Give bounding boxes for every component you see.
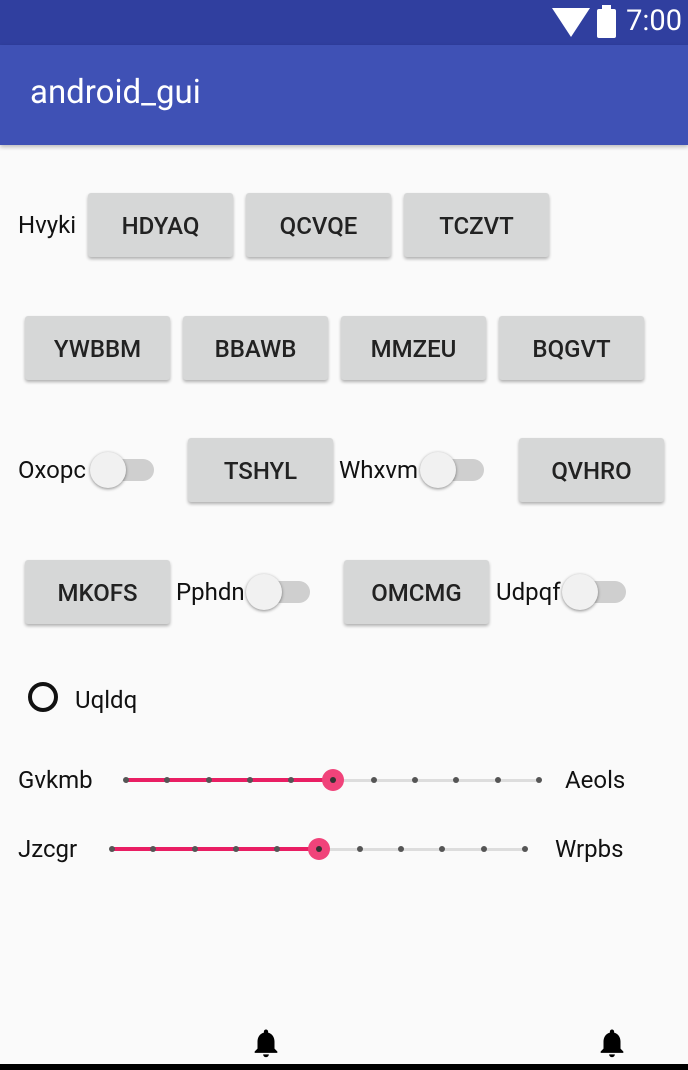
omcmg-button[interactable]: OMCMG bbox=[344, 560, 489, 624]
hvyki-label: Hvyki bbox=[18, 211, 77, 239]
status-bar: 7:00 bbox=[0, 0, 688, 45]
oxopc-label: Oxopc bbox=[18, 456, 86, 484]
bottom-bar bbox=[0, 1064, 688, 1070]
battery-icon bbox=[597, 5, 616, 38]
ywbbm-button[interactable]: YWBBM bbox=[25, 316, 170, 380]
bqgvt-button[interactable]: BQGVT bbox=[499, 316, 644, 380]
whxvm-label: Whxvm bbox=[339, 456, 419, 484]
seekbar-tick bbox=[191, 846, 198, 852]
status-time: 7:00 bbox=[626, 4, 682, 38]
wrpbs-label: Wrpbs bbox=[555, 835, 624, 863]
seekbar-tick bbox=[536, 777, 542, 783]
jzcgr-label: Jzcgr bbox=[18, 835, 78, 863]
bell-icon[interactable] bbox=[595, 1026, 629, 1060]
tczvt-button[interactable]: TCZVT bbox=[404, 193, 549, 257]
seekbar-tick bbox=[522, 846, 528, 852]
whxvm-switch[interactable] bbox=[420, 450, 488, 490]
seekbar-progress bbox=[126, 778, 333, 782]
qvhro-button[interactable]: QVHRO bbox=[519, 438, 664, 502]
udpqf-switch[interactable] bbox=[562, 572, 630, 612]
pphdn-label: Pphdn bbox=[176, 578, 245, 606]
seekbar-thumb[interactable] bbox=[321, 769, 344, 791]
seekbar-tick bbox=[246, 777, 253, 783]
bbawb-button[interactable]: BBAWB bbox=[183, 316, 328, 380]
jzcgr-seekbar[interactable] bbox=[101, 829, 536, 869]
seekbar-tick bbox=[453, 777, 460, 783]
app-bar: android_gui bbox=[0, 45, 688, 145]
seekbar-progress bbox=[112, 847, 319, 851]
app-title: android_gui bbox=[30, 73, 201, 112]
gvkmb-seekbar[interactable] bbox=[115, 760, 550, 800]
seekbar-thumb[interactable] bbox=[307, 838, 330, 860]
seekbar-tick bbox=[232, 846, 239, 852]
uqldq-label[interactable]: Uqldq bbox=[75, 685, 137, 715]
hdyaq-button[interactable]: HDYAQ bbox=[88, 193, 233, 257]
bell-icon[interactable] bbox=[249, 1026, 283, 1060]
seekbar-tick bbox=[150, 846, 157, 852]
seekbar-tick bbox=[274, 846, 281, 852]
gvkmb-label: Gvkmb bbox=[18, 766, 93, 794]
switch-thumb bbox=[562, 574, 598, 610]
seekbar-tick bbox=[109, 846, 115, 852]
switch-thumb bbox=[90, 452, 126, 488]
mkofs-button[interactable]: MKOFS bbox=[25, 560, 170, 624]
seekbar-tick bbox=[412, 777, 419, 783]
seekbar-tick bbox=[288, 777, 295, 783]
wifi-icon bbox=[552, 8, 590, 37]
seekbar-tick bbox=[480, 846, 487, 852]
udpqf-label: Udpqf bbox=[496, 578, 561, 606]
qcvqe-button[interactable]: QCVQE bbox=[246, 193, 391, 257]
seekbar-tick bbox=[205, 777, 212, 783]
seekbar-tick bbox=[398, 846, 405, 852]
seekbar-tick bbox=[439, 846, 446, 852]
switch-thumb bbox=[420, 452, 456, 488]
seekbar-tick bbox=[164, 777, 171, 783]
switch-thumb bbox=[246, 574, 282, 610]
seekbar-tick bbox=[123, 777, 129, 783]
seekbar-tick bbox=[370, 777, 377, 783]
tshyl-button[interactable]: TSHYL bbox=[188, 438, 333, 502]
aeols-label: Aeols bbox=[565, 766, 626, 794]
uqldq-radio[interactable] bbox=[28, 682, 58, 712]
pphdn-switch[interactable] bbox=[246, 572, 314, 612]
seekbar-tick bbox=[494, 777, 501, 783]
mmzeu-button[interactable]: MMZEU bbox=[341, 316, 486, 380]
oxopc-switch[interactable] bbox=[90, 450, 158, 490]
seekbar-tick bbox=[356, 846, 363, 852]
